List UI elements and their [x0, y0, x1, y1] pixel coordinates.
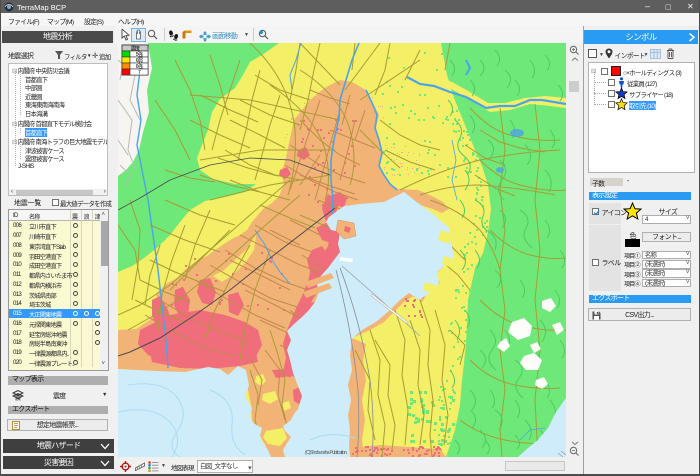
svg-text:(C)Shobunsha Publication.: (C)Shobunsha Publication. [305, 450, 347, 456]
svg-text:震: 震 [15, 395, 21, 401]
